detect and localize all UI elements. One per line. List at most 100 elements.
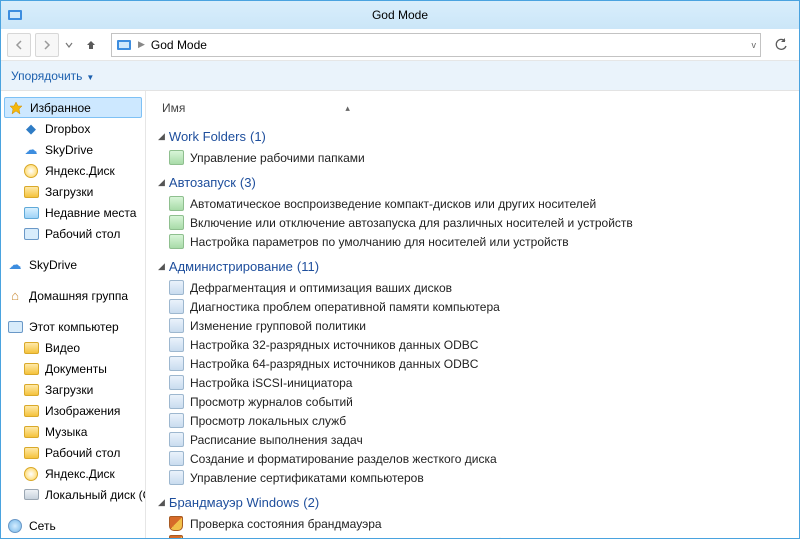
item-label: Просмотр журналов событий: [190, 395, 353, 409]
list-item[interactable]: Включение или отключение автозапуска для…: [158, 213, 799, 232]
group-name: Администрирование: [169, 259, 293, 274]
computer-icon: [8, 321, 23, 333]
sidebar-item-documents[interactable]: Документы: [1, 358, 145, 379]
forward-button[interactable]: [35, 33, 59, 57]
folder-icon: [24, 384, 39, 396]
explorer-window: God Mode ▶ God Mode v У: [0, 0, 800, 539]
list-item[interactable]: Создание и форматирование разделов жестк…: [158, 449, 799, 468]
yandex-icon: [24, 467, 38, 481]
sidebar-item-music[interactable]: Музыка: [1, 421, 145, 442]
back-button[interactable]: [7, 33, 31, 57]
item-label: Разрешение взаимодействовия с приложение…: [190, 536, 613, 539]
cloud-icon: ☁: [23, 142, 39, 158]
window-title: God Mode: [372, 8, 428, 22]
sidebar-item-dropbox[interactable]: ◆Dropbox: [1, 118, 145, 139]
breadcrumb-item[interactable]: God Mode: [151, 38, 207, 52]
titlebar[interactable]: God Mode: [1, 1, 799, 29]
list-item[interactable]: Дефрагментация и оптимизация ваших диско…: [158, 278, 799, 297]
group-count: (1): [250, 129, 266, 144]
folder-icon: [24, 186, 39, 198]
collapse-icon: ◢: [158, 261, 165, 272]
admin-tool-icon: [168, 337, 184, 353]
list-item[interactable]: Изменение групповой политики: [158, 316, 799, 335]
sidebar-item-yandex2[interactable]: Яндекс.Диск: [1, 463, 145, 484]
sidebar-item-desktop2[interactable]: Рабочий стол: [1, 442, 145, 463]
admin-tool-icon: [168, 299, 184, 315]
disk-icon: [24, 489, 39, 500]
list-item[interactable]: Автоматическое воспроизведение компакт-д…: [158, 194, 799, 213]
sidebar-item-recent[interactable]: Недавние места: [1, 202, 145, 223]
recent-icon: [24, 207, 39, 219]
sidebar-item-pictures[interactable]: Изображения: [1, 400, 145, 421]
sidebar-item-videos[interactable]: Видео: [1, 337, 145, 358]
column-header[interactable]: Имя ▴: [158, 97, 799, 121]
sidebar-homegroup[interactable]: ⌂Домашняя группа: [1, 285, 145, 306]
nav-pane[interactable]: Избранное ◆Dropbox ☁SkyDrive Яндекс.Диск…: [1, 91, 146, 538]
items-view[interactable]: Имя ▴ ◢Work Folders (1)Управление рабочи…: [146, 91, 799, 538]
group-header[interactable]: ◢Work Folders (1): [158, 129, 799, 144]
sidebar-item-skydrive[interactable]: ☁SkyDrive: [1, 139, 145, 160]
item-label: Диагностика проблем оперативной памяти к…: [190, 300, 500, 314]
list-item[interactable]: Расписание выполнения задач: [158, 430, 799, 449]
list-item[interactable]: Диагностика проблем оперативной памяти к…: [158, 297, 799, 316]
organize-menu[interactable]: Упорядочить▼: [11, 69, 94, 83]
address-bar[interactable]: ▶ God Mode v: [111, 33, 761, 57]
list-item[interactable]: Разрешение взаимодействовия с приложение…: [158, 533, 799, 538]
list-item[interactable]: Просмотр локальных служб: [158, 411, 799, 430]
group-header[interactable]: ◢ Администрирование (11): [158, 259, 799, 274]
cloud-icon: ☁: [7, 257, 23, 273]
shield-icon: [168, 516, 184, 532]
sidebar-item-yandex[interactable]: Яндекс.Диск: [1, 160, 145, 181]
sidebar-favorites[interactable]: Избранное: [4, 97, 142, 118]
sidebar-network[interactable]: Сеть: [1, 515, 145, 536]
admin-tool-icon: [168, 356, 184, 372]
location-icon: [116, 37, 132, 53]
group-count: (2): [303, 495, 319, 510]
item-label: Настройка 64-разрядных источников данных…: [190, 357, 478, 371]
list-item[interactable]: Настройка iSCSI-инициатора: [158, 373, 799, 392]
group-name: Брандмауэр Windows: [169, 495, 299, 510]
network-icon: [8, 519, 22, 533]
body: Избранное ◆Dropbox ☁SkyDrive Яндекс.Диск…: [1, 91, 799, 538]
folder-icon: [24, 363, 39, 375]
admin-tool-icon: [168, 413, 184, 429]
folder-icon: [24, 447, 39, 459]
list-item[interactable]: Настройка 64-разрядных источников данных…: [158, 354, 799, 373]
list-item[interactable]: Просмотр журналов событий: [158, 392, 799, 411]
list-item[interactable]: Проверка состояния брандмауэра: [158, 514, 799, 533]
folder-icon: [24, 405, 39, 417]
list-item[interactable]: Настройка параметров по умолчанию для но…: [158, 232, 799, 251]
desktop-icon: [24, 228, 39, 240]
address-dropdown[interactable]: v: [752, 40, 757, 50]
up-button[interactable]: [79, 33, 103, 57]
sidebar-item-desktop[interactable]: Рабочий стол: [1, 223, 145, 244]
item-label: Просмотр локальных служб: [190, 414, 346, 428]
list-item[interactable]: Управление сертификатами компьютеров: [158, 468, 799, 487]
recent-dropdown[interactable]: [63, 33, 75, 57]
sidebar-item-downloads[interactable]: Загрузки: [1, 181, 145, 202]
group-name: Work Folders: [169, 129, 246, 144]
item-label: Включение или отключение автозапуска для…: [190, 216, 633, 230]
sidebar-skydrive[interactable]: ☁SkyDrive: [1, 254, 145, 275]
item-label: Настройка параметров по умолчанию для но…: [190, 235, 569, 249]
item-label: Расписание выполнения задач: [190, 433, 363, 447]
sort-indicator-icon: ▴: [345, 103, 350, 114]
item-label: Создание и форматирование разделов жестк…: [190, 452, 497, 466]
item-label: Изменение групповой политики: [190, 319, 366, 333]
sidebar-item-downloads2[interactable]: Загрузки: [1, 379, 145, 400]
sidebar-item-localdisk[interactable]: Локальный диск (C: [1, 484, 145, 505]
item-label: Автоматическое воспроизведение компакт-д…: [190, 197, 596, 211]
control-panel-item-icon: [168, 234, 184, 250]
nav-toolbar: ▶ God Mode v: [1, 29, 799, 61]
group-name: Автозапуск: [169, 175, 236, 190]
item-label: Настройка 32-разрядных источников данных…: [190, 338, 478, 352]
group-header[interactable]: ◢Автозапуск (3): [158, 175, 799, 190]
sidebar-thispc[interactable]: Этот компьютер: [1, 316, 145, 337]
list-item[interactable]: Управление рабочими папками: [158, 148, 799, 167]
refresh-button[interactable]: [769, 33, 793, 57]
group-count: (11): [297, 259, 319, 274]
group-header[interactable]: ◢Брандмауэр Windows (2): [158, 495, 799, 510]
list-item[interactable]: Настройка 32-разрядных источников данных…: [158, 335, 799, 354]
admin-tool-icon: [168, 432, 184, 448]
item-label: Дефрагментация и оптимизация ваших диско…: [190, 281, 452, 295]
